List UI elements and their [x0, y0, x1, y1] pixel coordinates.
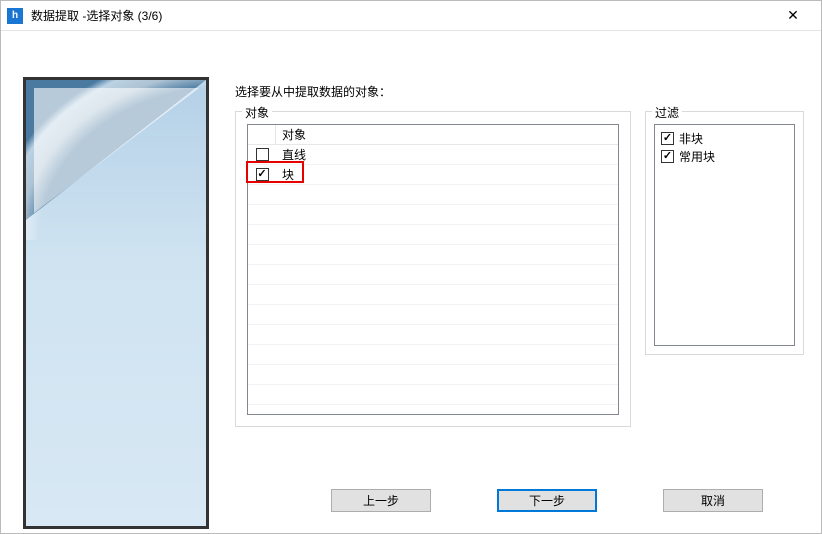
cancel-button[interactable]: 取消: [663, 489, 763, 512]
object-row[interactable]: 块: [248, 165, 618, 185]
objects-list[interactable]: 对象 直线 块: [247, 124, 619, 415]
object-checkbox-block[interactable]: [256, 168, 269, 181]
titlebar: h 数据提取 -选择对象 (3/6) ✕: [1, 1, 821, 31]
filter-legend: 过滤: [652, 104, 682, 121]
filter-checkbox-nonblock[interactable]: [661, 132, 674, 145]
objects-list-header: 对象: [248, 125, 618, 145]
dialog-window: h 数据提取 -选择对象 (3/6) ✕ 选择要从中提取数据的对象： 对象 对象: [0, 0, 822, 534]
next-button[interactable]: 下一步: [497, 489, 597, 512]
objects-fieldset: 对象 对象 直线: [235, 111, 631, 427]
objects-legend: 对象: [242, 104, 272, 121]
filter-list: 非块 常用块: [654, 124, 795, 346]
back-button[interactable]: 上一步: [331, 489, 431, 512]
filter-checkbox-commonblock[interactable]: [661, 150, 674, 163]
filter-item[interactable]: 常用块: [661, 147, 788, 165]
object-label: 直线: [276, 146, 618, 163]
filter-label: 非块: [679, 130, 703, 147]
window-title: 数据提取 -选择对象 (3/6): [31, 7, 773, 24]
filter-label: 常用块: [679, 148, 715, 165]
instruction-text: 选择要从中提取数据的对象：: [235, 83, 391, 100]
preview-pane: [23, 77, 209, 529]
object-label: 块: [276, 166, 618, 183]
filter-fieldset: 过滤 非块 常用块: [645, 111, 804, 355]
object-row[interactable]: 直线: [248, 145, 618, 165]
button-row: 上一步 下一步 取消: [331, 489, 803, 515]
app-icon: h: [7, 8, 23, 24]
object-checkbox-line[interactable]: [256, 148, 269, 161]
close-icon[interactable]: ✕: [773, 2, 813, 30]
objects-header-label: 对象: [276, 126, 618, 143]
filter-item[interactable]: 非块: [661, 129, 788, 147]
content-area: 选择要从中提取数据的对象： 对象 对象 直线: [1, 31, 821, 533]
